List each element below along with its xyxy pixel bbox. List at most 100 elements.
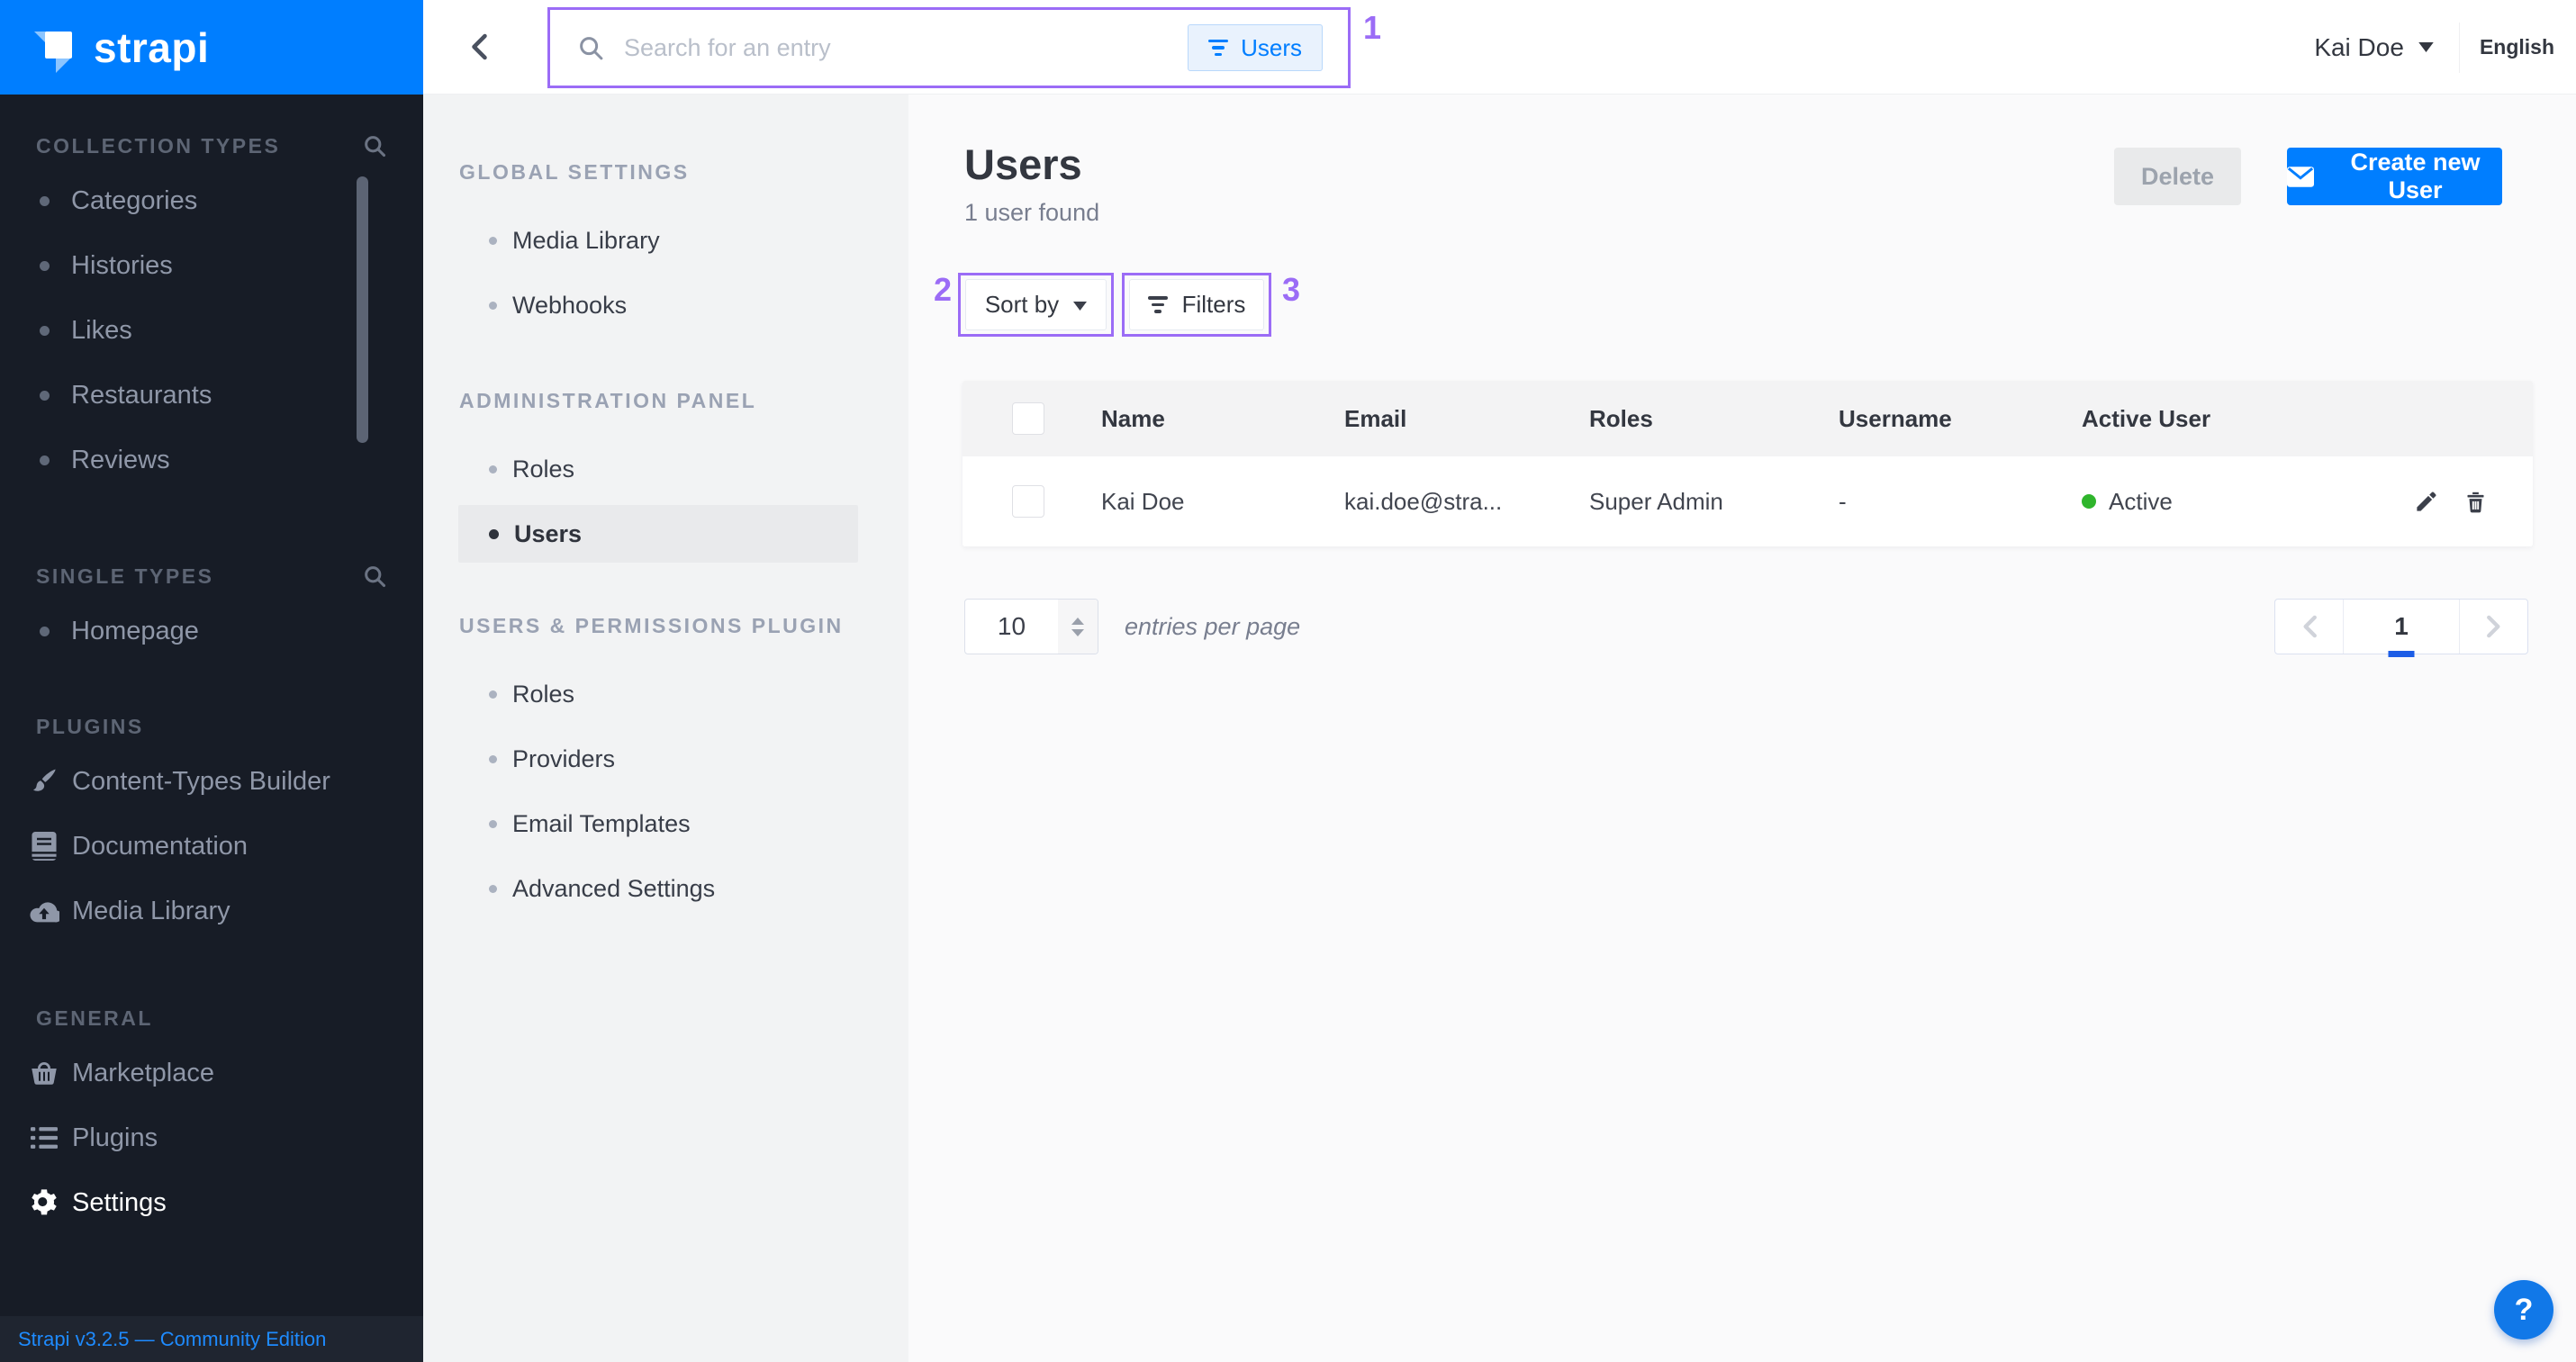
strapi-logo[interactable]: strapi <box>0 0 423 95</box>
cell-name: Kai Doe <box>1101 456 1185 546</box>
search-filter-chip[interactable]: Users <box>1188 24 1323 71</box>
chevron-down-icon[interactable] <box>2418 42 2434 52</box>
bullet-icon <box>40 627 50 636</box>
bullet-icon <box>40 261 50 271</box>
user-menu-area: Kai Doe English <box>2314 0 2576 95</box>
search-bar: Users <box>547 7 1351 88</box>
col-header-username: Username <box>1839 381 1952 456</box>
status-dot-icon <box>2082 494 2096 509</box>
chevron-down-icon <box>1073 302 1087 311</box>
users-table: Name Email Roles Username Active User Ka… <box>963 381 2533 546</box>
bullet-icon <box>40 391 50 401</box>
sort-by-button[interactable]: Sort by <box>965 279 1107 330</box>
strapi-logo-icon <box>34 24 79 71</box>
list-icon <box>29 1123 59 1153</box>
sidebar-item-content-types-builder[interactable]: Content-Types Builder <box>0 749 423 814</box>
settings-item-media-library[interactable]: Media Library <box>423 208 908 273</box>
settings-item-advanced-settings[interactable]: Advanced Settings <box>423 856 908 921</box>
create-new-user-button[interactable]: Create new User <box>2287 148 2502 205</box>
search-icon[interactable] <box>362 133 387 158</box>
page-subtitle: 1 user found <box>964 199 1099 227</box>
filter-icon <box>1148 296 1168 313</box>
row-checkbox[interactable] <box>1012 485 1044 518</box>
pagination: 1 <box>2274 599 2528 654</box>
section-global-settings: GLOBAL SETTINGS <box>423 159 908 185</box>
divider <box>2459 23 2460 73</box>
strapi-admin-page: strapi COLLECTION TYPES Categories Histo… <box>0 0 2576 1362</box>
bullet-icon <box>489 755 497 763</box>
section-users-permissions-plugin: USERS & PERMISSIONS PLUGIN <box>423 613 908 638</box>
section-administration-panel: ADMINISTRATION PANEL <box>423 388 908 413</box>
page-number-1[interactable]: 1 <box>2344 600 2459 654</box>
envelope-icon <box>2287 167 2314 187</box>
section-plugins: PLUGINS <box>36 715 387 739</box>
edit-icon[interactable] <box>2414 490 2438 514</box>
next-page-button[interactable] <box>2459 600 2527 654</box>
brush-icon <box>29 766 59 797</box>
bullet-icon <box>489 465 497 474</box>
back-button[interactable] <box>465 31 497 63</box>
bullet-icon <box>489 237 497 245</box>
select-all-checkbox[interactable] <box>1012 402 1044 435</box>
basket-icon <box>29 1058 59 1088</box>
entries-per-page-select[interactable]: 10 <box>964 599 1098 654</box>
bullet-icon <box>489 690 497 699</box>
settings-item-admin-roles[interactable]: Roles <box>423 437 908 501</box>
settings-sidebar: GLOBAL SETTINGS Media Library Webhooks A… <box>423 95 908 1362</box>
sidebar-item-marketplace[interactable]: Marketplace <box>0 1041 423 1105</box>
per-page-value: 10 <box>965 600 1058 654</box>
col-header-email: Email <box>1344 381 1406 456</box>
user-menu[interactable]: Kai Doe <box>2314 33 2404 62</box>
sidebar-item-documentation[interactable]: Documentation <box>0 814 423 879</box>
bullet-icon <box>489 885 497 893</box>
filter-icon <box>1208 40 1228 57</box>
page-title: Users <box>964 140 1082 189</box>
bullet-icon <box>489 302 497 310</box>
search-icon <box>577 34 604 61</box>
previous-page-button[interactable] <box>2275 600 2344 654</box>
search-input[interactable] <box>624 34 1188 62</box>
gear-icon <box>29 1187 59 1218</box>
table-row[interactable]: Kai Doe kai.doe@stra... Super Admin - Ac… <box>963 456 2533 546</box>
sidebar-item-media-library[interactable]: Media Library <box>0 879 423 943</box>
filters-button[interactable]: Filters <box>1129 279 1264 330</box>
cell-roles: Super Admin <box>1589 456 1723 546</box>
cloud-upload-icon <box>29 896 59 926</box>
annotation-2: 2 <box>916 271 952 309</box>
stepper-icon[interactable] <box>1058 600 1098 654</box>
cell-email: kai.doe@stra... <box>1344 456 1502 546</box>
row-actions <box>2414 456 2488 546</box>
search-icon[interactable] <box>362 564 387 589</box>
cell-username: - <box>1839 456 1847 546</box>
col-header-active-user: Active User <box>2082 381 2210 456</box>
bullet-icon <box>40 456 50 465</box>
main-content: Users 1 user found Delete Create new Use… <box>908 95 2576 1362</box>
settings-item-webhooks[interactable]: Webhooks <box>423 273 908 338</box>
bullet-icon <box>40 196 50 206</box>
sidebar-scrollbar-thumb[interactable] <box>357 176 368 443</box>
main-sidebar: strapi COLLECTION TYPES Categories Histo… <box>0 0 423 1362</box>
annotation-3: 3 <box>1282 271 1300 309</box>
bullet-icon <box>489 529 499 539</box>
entries-per-page-label: entries per page <box>1125 599 1300 654</box>
col-header-roles: Roles <box>1589 381 1653 456</box>
trash-icon[interactable] <box>2463 490 2488 514</box>
cell-active-status: Active <box>2082 456 2173 546</box>
language-selector[interactable]: English <box>2480 35 2554 59</box>
strapi-version-link[interactable]: Strapi v3.2.5 — Community Edition <box>0 1316 423 1362</box>
sidebar-item-plugins[interactable]: Plugins <box>0 1105 423 1170</box>
settings-item-email-templates[interactable]: Email Templates <box>423 791 908 856</box>
section-collection-types: COLLECTION TYPES <box>36 134 362 158</box>
sidebar-item-settings[interactable]: Settings <box>0 1170 423 1235</box>
settings-item-admin-users[interactable]: Users <box>458 505 858 563</box>
help-button[interactable]: ? <box>2494 1280 2553 1339</box>
book-icon <box>29 831 59 861</box>
settings-item-up-roles[interactable]: Roles <box>423 662 908 726</box>
sort-annotation-box: Sort by <box>958 273 1114 337</box>
col-header-name: Name <box>1101 381 1165 456</box>
sidebar-item-homepage[interactable]: Homepage <box>0 599 423 663</box>
delete-button[interactable]: Delete <box>2114 148 2241 205</box>
section-single-types: SINGLE TYPES <box>36 564 362 589</box>
annotation-1: 1 <box>1363 9 1381 47</box>
settings-item-providers[interactable]: Providers <box>423 726 908 791</box>
